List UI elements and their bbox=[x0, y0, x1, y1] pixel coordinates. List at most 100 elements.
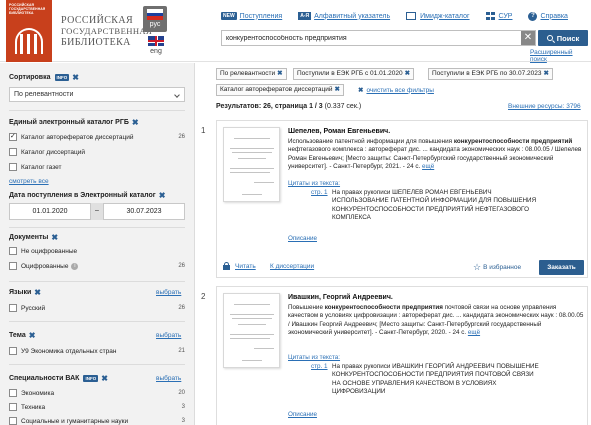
header: РОССИЙСКАЯ ГОСУДАРСТВЕННАЯ БИБЛИОТЕКА РО… bbox=[0, 0, 591, 63]
choose-vak-link[interactable]: выбрать bbox=[156, 375, 181, 382]
info-badge[interactable]: INFO bbox=[83, 375, 99, 382]
theme-heading: Тема ✖ bbox=[9, 331, 36, 340]
checkbox[interactable] bbox=[9, 262, 17, 270]
remove-filter-icon[interactable]: ✖ bbox=[334, 86, 339, 93]
results-summary: Результатов: 26, страница 1 / 3 (0.337 с… bbox=[216, 103, 362, 110]
info-badge[interactable]: INFO bbox=[54, 74, 70, 81]
description-link[interactable]: Описание bbox=[288, 235, 317, 242]
unlock-icon bbox=[223, 262, 232, 270]
reset-catalog-icon[interactable]: ✖ bbox=[132, 118, 139, 127]
result-quote: На правах рукописи ШЕПЕЛЕВ РОМАН ЕВГЕНЬЕ… bbox=[332, 189, 537, 222]
vak-option[interactable]: Экономика 20 bbox=[9, 388, 185, 398]
search-input[interactable] bbox=[222, 31, 512, 45]
result-author: Ивашкин, Георгий Андреевич. bbox=[288, 294, 393, 301]
help-icon: ? bbox=[528, 11, 538, 21]
checkbox[interactable] bbox=[9, 347, 17, 355]
checkbox[interactable] bbox=[9, 403, 17, 411]
nav-new-arrivals[interactable]: NEW Поступления bbox=[221, 12, 282, 20]
checkbox[interactable] bbox=[9, 389, 17, 397]
nav-help[interactable]: ? Справка bbox=[528, 11, 568, 21]
checkbox[interactable] bbox=[9, 163, 17, 171]
result-card: Ивашкин, Георгий Андреевич. Повышение ко… bbox=[216, 286, 588, 425]
page-link[interactable]: стр. 1 bbox=[311, 363, 328, 370]
reset-vak-icon[interactable]: ✖ bbox=[101, 374, 108, 383]
documents-option[interactable]: Оцифрованные i 26 bbox=[9, 261, 185, 271]
new-badge-icon: NEW bbox=[221, 12, 237, 20]
reset-documents-icon[interactable]: ✖ bbox=[51, 233, 58, 242]
sort-select[interactable]: По релевантности bbox=[9, 87, 185, 102]
nav-sur[interactable]: СУР bbox=[485, 12, 512, 20]
grid-icon bbox=[485, 12, 495, 20]
catalog-option[interactable]: Каталог авторефератов диссертаций 26 bbox=[9, 132, 185, 142]
chevron-down-icon bbox=[174, 92, 180, 98]
lang-ru-button[interactable]: рус bbox=[143, 6, 167, 32]
clear-all-filters[interactable]: ✖ очистить все фильтры bbox=[358, 86, 434, 95]
result-number: 1 bbox=[201, 126, 206, 135]
date-range: 01.01.2020 – 30.07.2023 bbox=[9, 203, 185, 220]
description-link[interactable]: Описание bbox=[288, 411, 317, 418]
checkbox[interactable] bbox=[9, 417, 17, 425]
read-link[interactable]: Читать bbox=[235, 263, 256, 270]
logo-title[interactable]: РОССИЙСКАЯ ГОСУДАРСТВЕННАЯ БИБЛИОТЕКА bbox=[61, 15, 152, 48]
filter-chip[interactable]: Поступили в ЕЭК РГБ по 30.07.2023 ✖ bbox=[428, 68, 553, 80]
documents-option[interactable]: Не оцифрованные bbox=[9, 246, 185, 256]
result-description: Повышение конкурентоспособности предприя… bbox=[288, 304, 584, 337]
result-quote: На правах рукописи ИВАШКИН ГЕОРГИЙ АНДРЕ… bbox=[332, 363, 539, 396]
reset-sort-icon[interactable]: ✖ bbox=[72, 73, 79, 82]
choose-languages-link[interactable]: выбрать bbox=[156, 289, 181, 296]
nav-image-catalog[interactable]: Имидж-каталог bbox=[406, 12, 470, 20]
uk-flag-icon bbox=[148, 36, 164, 46]
filter-chip[interactable]: Поступили в ЕЭК РГБ с 01.01.2020 ✖ bbox=[293, 68, 415, 80]
advanced-search-link[interactable]: Расширенный поиск bbox=[530, 49, 591, 63]
result-actions: Читать К диссертации ☆ В избранное Заказ… bbox=[217, 257, 587, 277]
reset-theme-icon[interactable]: ✖ bbox=[29, 331, 36, 340]
clear-filters-icon: ✖ bbox=[358, 87, 364, 94]
show-all-catalogs-link[interactable]: смотреть все bbox=[9, 178, 49, 185]
choose-theme-link[interactable]: выбрать bbox=[156, 332, 181, 339]
language-option[interactable]: Русский 26 bbox=[9, 303, 185, 313]
quotes-link[interactable]: Цитаты из текста: bbox=[288, 354, 340, 361]
remove-filter-icon[interactable]: ✖ bbox=[543, 70, 548, 77]
reset-languages-icon[interactable]: ✖ bbox=[34, 288, 41, 297]
lang-en-button[interactable]: eng bbox=[147, 36, 165, 58]
theme-option[interactable]: У9 Экономика отдельных стран 21 bbox=[9, 346, 185, 356]
checkbox[interactable] bbox=[9, 247, 17, 255]
more-link[interactable]: ещё bbox=[468, 329, 480, 336]
date-to-field[interactable]: 30.07.2023 bbox=[103, 203, 185, 220]
nav-alphabetic-index[interactable]: А-Я Алфавитный указатель bbox=[298, 12, 390, 20]
page-link[interactable]: стр. 1 bbox=[311, 189, 328, 196]
more-link[interactable]: ещё bbox=[422, 163, 434, 170]
info-icon[interactable]: i bbox=[71, 262, 79, 270]
result-author: Шепелев, Роман Евгеньевич. bbox=[288, 128, 391, 135]
vak-heading: Специальности ВАК INFO ✖ bbox=[9, 374, 108, 383]
vak-option[interactable]: Социальные и гуманитарные науки 3 bbox=[9, 416, 185, 425]
external-resources-link[interactable]: Внешние ресурсы: 3796 bbox=[508, 103, 581, 110]
checkbox[interactable] bbox=[9, 148, 17, 156]
star-icon: ☆ bbox=[473, 262, 482, 272]
vak-option[interactable]: Техника 3 bbox=[9, 402, 185, 412]
order-button[interactable]: Заказать bbox=[539, 260, 584, 275]
result-description: Использование патентной информации для п… bbox=[288, 138, 582, 171]
remove-filter-icon[interactable]: ✖ bbox=[277, 70, 282, 77]
checkbox[interactable] bbox=[9, 304, 17, 312]
filters-sidebar: Сортировка INFO ✖ По релевантности Едины… bbox=[0, 63, 195, 425]
rsl-logo[interactable]: РОССИЙСКАЯ ГОСУДАРСТВЕННАЯ БИБЛИОТЕКА bbox=[6, 0, 52, 62]
remove-filter-icon[interactable]: ✖ bbox=[405, 70, 410, 77]
reset-date-icon[interactable]: ✖ bbox=[159, 191, 166, 200]
catalog-option[interactable]: Каталог диссертаций bbox=[9, 147, 185, 157]
search-icon bbox=[546, 35, 553, 41]
to-dissertation-link[interactable]: К диссертации bbox=[270, 263, 314, 270]
document-thumbnail[interactable] bbox=[223, 127, 280, 202]
catalog-option[interactable]: Каталог газет bbox=[9, 162, 185, 172]
add-to-favorites-button[interactable]: ☆ В избранное bbox=[473, 262, 521, 273]
clear-search-icon[interactable]: ✕ bbox=[521, 31, 535, 45]
checkbox[interactable] bbox=[9, 132, 17, 141]
date-from-field[interactable]: 01.01.2020 bbox=[9, 203, 91, 220]
catalog-heading: Единый электронный каталог РГБ ✖ bbox=[9, 118, 139, 127]
document-thumbnail[interactable] bbox=[223, 293, 280, 368]
filter-chip[interactable]: Каталог авторефератов диссертаций ✖ bbox=[216, 84, 344, 96]
quotes-link[interactable]: Цитаты из текста: bbox=[288, 180, 340, 187]
filter-chip[interactable]: По релевантности ✖ bbox=[216, 68, 287, 80]
search-button[interactable]: Поиск bbox=[538, 30, 588, 46]
date-heading: Дата поступления в Электронный каталог ✖ bbox=[9, 191, 166, 200]
